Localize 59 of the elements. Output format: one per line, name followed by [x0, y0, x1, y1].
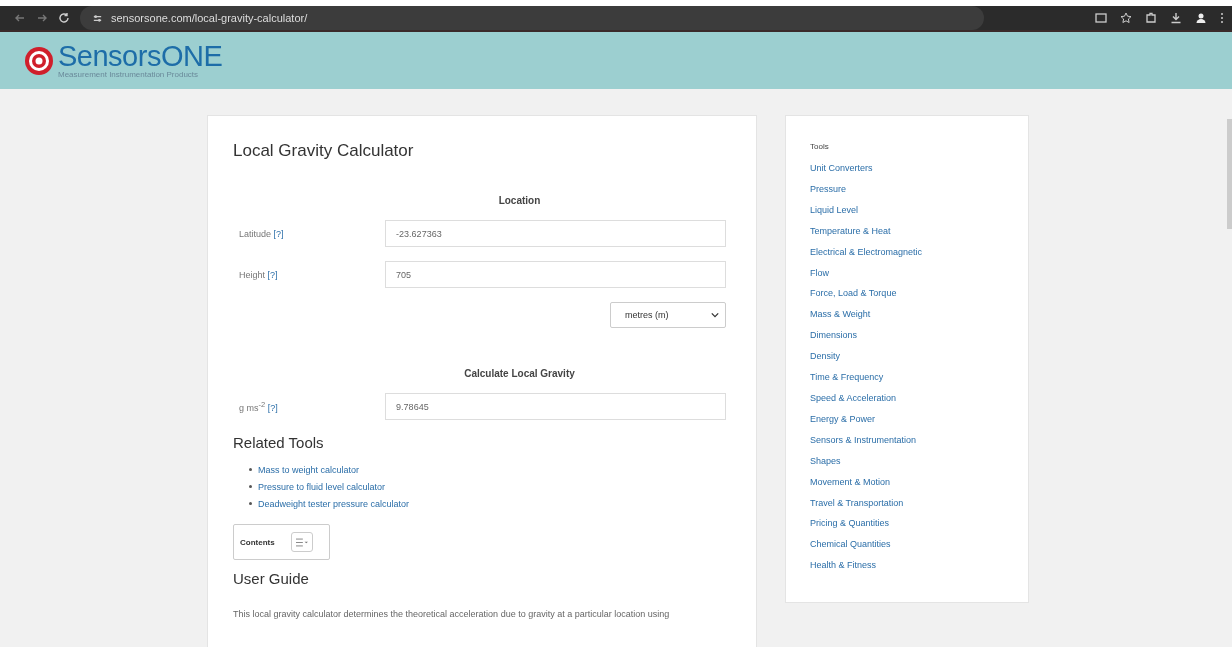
site-settings-icon[interactable] [92, 12, 103, 24]
reload-icon[interactable] [58, 12, 70, 24]
address-bar[interactable]: sensorsone.com/local-gravity-calculator/ [80, 6, 984, 30]
sidebar-link[interactable]: Chemical Quantities [810, 534, 891, 556]
input-field[interactable]: 705 [385, 261, 726, 288]
star-icon[interactable] [1120, 12, 1132, 24]
url-text: sensorsone.com/local-gravity-calculator/ [111, 12, 308, 24]
forward-icon[interactable] [36, 12, 48, 24]
sidebar-link[interactable]: Travel & Transportation [810, 492, 904, 514]
sidebar-heading: Tools [810, 142, 829, 151]
sidebar-link[interactable]: Density [810, 346, 840, 368]
page-title: Local Gravity Calculator [233, 141, 415, 161]
section-title: User Guide [233, 570, 310, 587]
related-link[interactable]: Mass to weight calculator [258, 464, 360, 475]
field-label: g ms$^{-2}$ [239, 403, 266, 413]
sidebar-link[interactable]: Temperature & Heat [810, 220, 891, 242]
unit-dropdown[interactable]: metres (m) [610, 302, 726, 328]
menu-icon[interactable] [1220, 12, 1224, 24]
extensions-icon[interactable] [1145, 12, 1157, 24]
sidebar-link[interactable]: Time & Frequency [810, 367, 884, 388]
sidebar-link[interactable]: Movement & Motion [810, 471, 891, 493]
section-title: Related Tools [233, 434, 325, 451]
help-link[interactable]: [?] [267, 269, 278, 280]
toggle-button[interactable] [290, 532, 313, 552]
back-icon[interactable] [14, 12, 26, 24]
section-heading: Calculate Local Gravity [463, 368, 576, 379]
caret-icon [711, 312, 719, 318]
help-link[interactable]: [?] [267, 403, 278, 413]
sidebar-link[interactable]: Speed & Acceleration [810, 387, 897, 409]
target-logo-icon[interactable] [24, 45, 54, 76]
help-link[interactable]: [?] [273, 228, 284, 239]
sidebar-link[interactable]: Liquid Level [810, 199, 859, 221]
sidebar-link[interactable]: Shapes [810, 450, 841, 472]
contents-label: Contents [240, 537, 275, 547]
related-link[interactable]: Deadweight tester pressure calculator [258, 498, 410, 509]
download-icon[interactable] [1170, 12, 1182, 24]
profile-icon[interactable] [1195, 12, 1207, 24]
sidebar-link[interactable]: Force, Load & Torque [810, 283, 897, 305]
sidebar-link[interactable]: Energy & Power [810, 408, 876, 430]
sidebar-link[interactable]: Health & Fitness [810, 555, 877, 577]
sidebar-link[interactable]: Pressure [810, 178, 846, 200]
sidebar-link[interactable]: Electrical & Electromagnetic [810, 241, 923, 263]
tagline: Measurement Instrumentation Products [58, 70, 200, 79]
sidebar-link[interactable]: Pricing & Quantities [810, 513, 890, 535]
sidebar-link[interactable]: Unit Converters [810, 158, 873, 179]
sidebar-link[interactable]: Dimensions [810, 325, 858, 347]
scrollbar-thumb[interactable] [1227, 119, 1232, 229]
list-icon [295, 537, 308, 547]
input-field[interactable]: -23.627363 [385, 220, 726, 247]
field-label: Latitude [239, 228, 272, 239]
related-link[interactable]: Pressure to fluid level calculator [258, 481, 386, 492]
sidebar-link[interactable]: Sensors & Instrumentation [810, 429, 917, 451]
sidebar-link[interactable]: Flow [810, 262, 829, 284]
sidebar-link[interactable]: Mass & Weight [810, 304, 871, 326]
field-label: Height [239, 269, 265, 280]
section-heading: Location [497, 195, 542, 206]
guide-paragraph: This local gravity calculator determines the theoretical acceleration due to gravity at a particular location using [233, 609, 671, 619]
logo-text[interactable]: SensorsONE [58, 42, 223, 70]
input-field[interactable]: 9.78645 [385, 393, 726, 420]
